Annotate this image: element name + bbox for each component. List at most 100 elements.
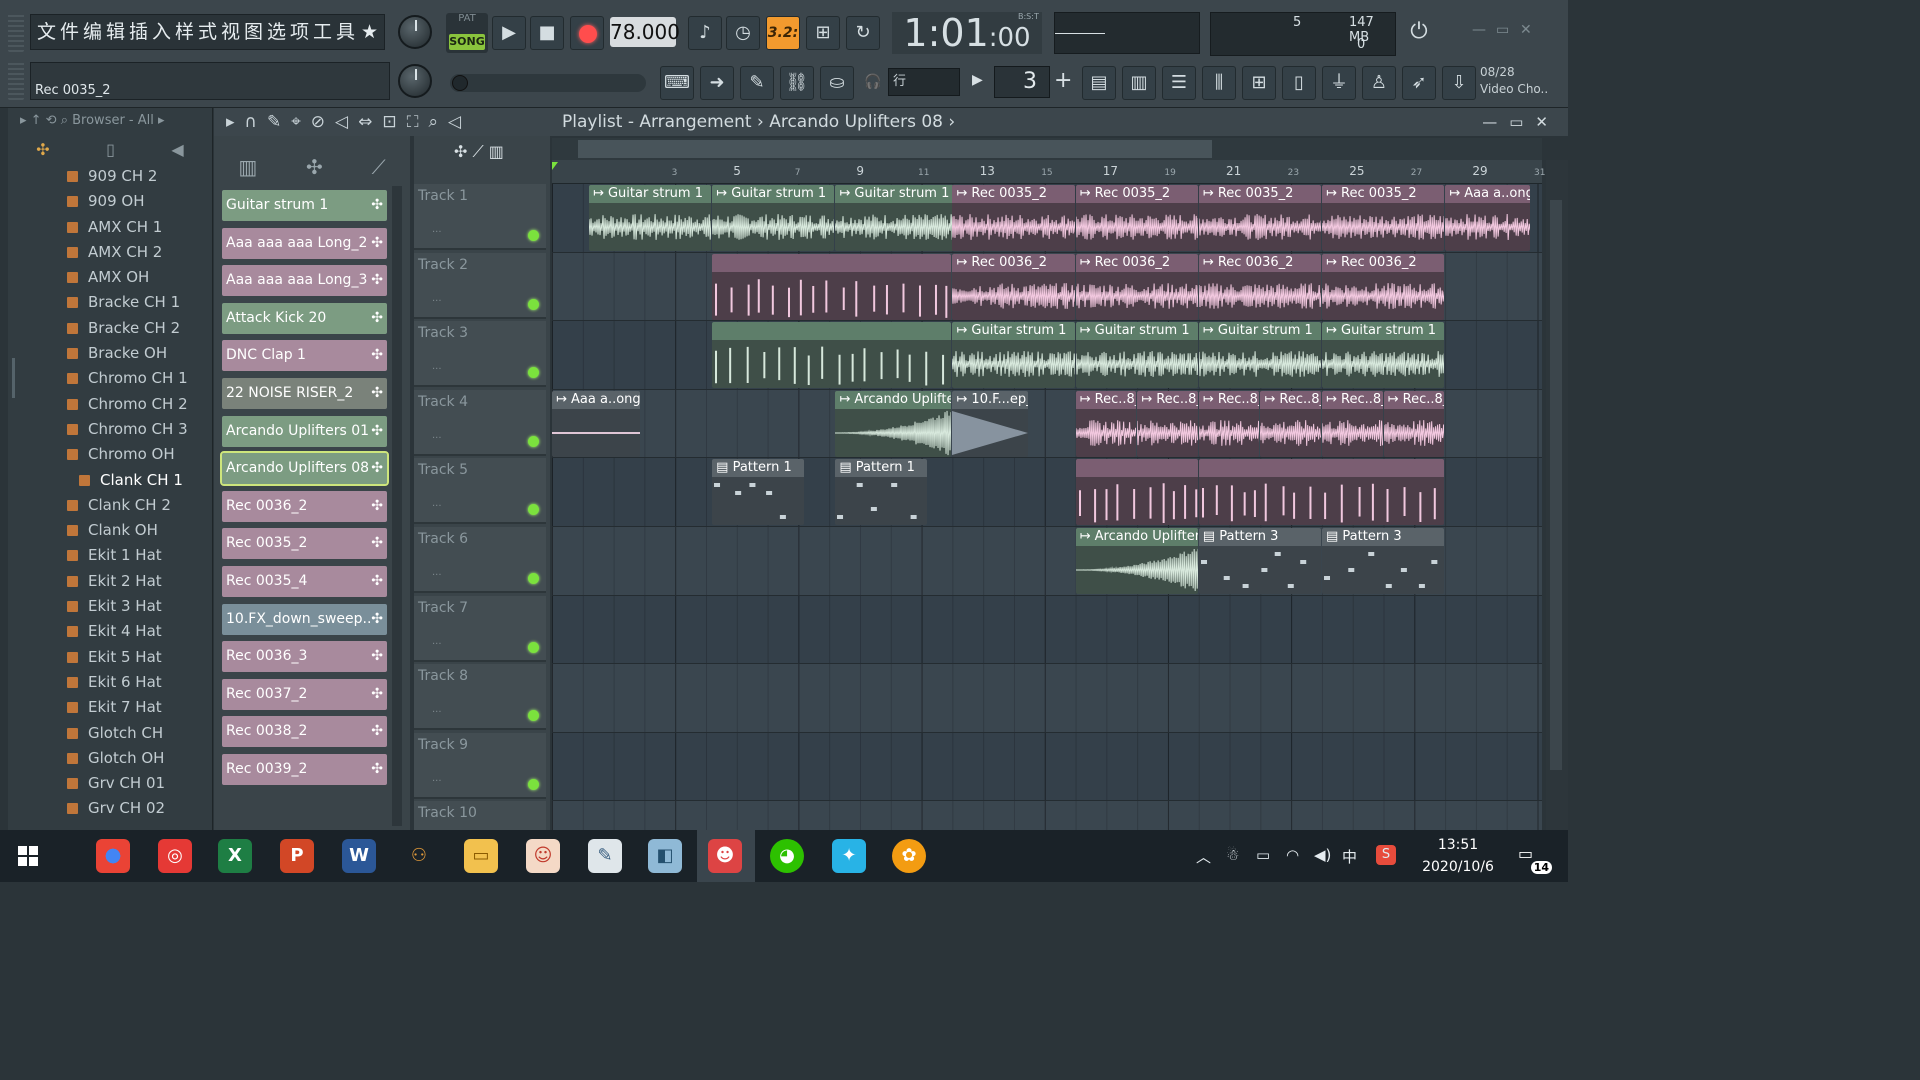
browser-item[interactable]: Chromo CH 1	[8, 366, 213, 391]
playlist-window-controls[interactable]: —▭✕	[1482, 108, 1560, 136]
clip-title-bar[interactable]: ↦ Guitar strum 1	[952, 322, 1075, 341]
clip-title-bar[interactable]: ▤ Pattern 1	[712, 459, 804, 478]
picker-clip[interactable]: Guitar strum 1 ✣	[222, 190, 387, 221]
record-button[interactable]	[570, 16, 604, 50]
browser-item[interactable]: Ekit 4 Hat	[8, 619, 213, 644]
track-header[interactable]: Track 6...	[414, 527, 546, 593]
clip-title-bar[interactable]: ↦ Arcando Uplifters 08	[835, 390, 952, 409]
clip-title-bar[interactable]: ↦ Rec 0036_2	[1075, 253, 1198, 272]
step-edit-button[interactable]: ⊞	[806, 16, 840, 50]
browser-button[interactable]: ⊞	[1242, 66, 1276, 100]
browser-item[interactable]: Chromo CH 2	[8, 392, 213, 417]
track-mute-led[interactable]	[528, 641, 539, 653]
track-mute-led[interactable]	[528, 778, 539, 790]
picker-scrollbar[interactable]	[392, 186, 402, 826]
clip-title-bar[interactable]: ▤ Pattern 3	[1322, 528, 1445, 546]
audio-clip[interactable]	[1075, 459, 1198, 526]
tips-button[interactable]: ➶	[1402, 66, 1436, 100]
clip-title-bar[interactable]: ↦ Guitar strum 1	[1198, 322, 1321, 341]
track-tools-icon[interactable]: ✣ ⟋ ▥	[454, 142, 504, 162]
browser-item[interactable]: Ekit 1 Hat	[8, 543, 213, 568]
wechat-icon[interactable]: ◕	[770, 839, 804, 873]
audio-clip[interactable]	[712, 322, 952, 389]
arrangement-track-lane[interactable]	[552, 801, 1542, 830]
browser-item[interactable]: 909 OH	[8, 189, 213, 214]
browser-item[interactable]: Chromo CH 3	[8, 417, 213, 442]
track-header[interactable]: Track 2...	[414, 252, 546, 319]
audio-clip[interactable]: ↦ Guitar strum 1	[1322, 322, 1445, 389]
browser-item[interactable]: Clank OH	[8, 518, 213, 543]
track-header[interactable]: Track 9...	[414, 732, 546, 799]
audio-clip[interactable]: ↦ Rec..8_2	[1137, 390, 1198, 457]
channel-rack-button[interactable]: ☰	[1162, 66, 1196, 100]
clip-title-bar[interactable]: ↦ Aaa a..ong_3	[552, 390, 641, 409]
track-mute-led[interactable]	[528, 504, 539, 516]
clip-title-bar[interactable]: ↦ Rec..8_2	[1383, 390, 1445, 409]
maximize-button[interactable]: ▭	[1496, 22, 1509, 38]
audio-clip[interactable]: ↦ Rec 0035_2	[1322, 185, 1445, 251]
audio-clip[interactable]: ↦ Rec 0035_2	[1198, 185, 1321, 251]
speaker-icon[interactable]: ◀	[171, 140, 183, 159]
playlist-tools[interactable]: ▸∩✎⌖⊘◁⇔⊡⛶⌕◁	[226, 108, 471, 136]
browser-item[interactable]: Grv CH 01	[8, 771, 213, 796]
audio-clip[interactable]: ↦ 10.F...ep_2	[952, 390, 1029, 457]
browser-item[interactable]: Bracke CH 1	[8, 290, 213, 315]
tempo-tap-button[interactable]: ♙	[1362, 66, 1396, 100]
track-header[interactable]: Track 8...	[414, 664, 546, 731]
clip-title-bar[interactable]: ↦ Rec 0036_2	[952, 253, 1075, 272]
slider-handle[interactable]	[452, 75, 468, 91]
clip-title-bar[interactable]: ↦ Rec..8_2	[1260, 390, 1321, 409]
game-app-icon[interactable]: ☺	[526, 839, 560, 873]
picker-clip[interactable]: Rec 0035_2 ✣	[222, 528, 387, 560]
clip-title-bar[interactable]: ↦ Aaa a..ong_3	[1445, 185, 1531, 203]
file-explorer-icon[interactable]: ▭	[464, 839, 498, 873]
picker-pattern-icon[interactable]: ▥	[238, 155, 257, 179]
playlist-button[interactable]: ▤	[1082, 66, 1116, 100]
track-mute-led[interactable]	[528, 573, 539, 584]
clip-title-bar[interactable]: ↦ Guitar strum 1	[1322, 322, 1445, 341]
audio-clip[interactable]: ↦ Rec 0035_2	[952, 185, 1075, 251]
track-mute-led[interactable]	[528, 230, 539, 241]
browser-item[interactable]: Glotch CH	[8, 721, 213, 746]
clip-title-bar[interactable]: ↦ Rec..8_2	[1322, 390, 1383, 409]
audio-clip[interactable]: ↦ Guitar strum 1	[712, 185, 835, 251]
download-button[interactable]: ⇩	[1442, 66, 1476, 100]
clip-title-bar[interactable]: ▤ Pattern 1	[835, 459, 927, 478]
audio-clip[interactable]: ↦ Guitar strum 1	[952, 322, 1075, 389]
master-volume-knob[interactable]	[398, 15, 432, 49]
sogou-icon[interactable]: S	[1376, 845, 1396, 865]
clip-title-bar[interactable]	[1075, 459, 1198, 478]
playhead-marker[interactable]	[552, 162, 558, 170]
picker-clip[interactable]: 10.FX_down_sweep.. ✣	[222, 603, 387, 635]
browser-item[interactable]: Clank CH 1	[8, 468, 213, 493]
picker-clip[interactable]: Rec 0038_2 ✣	[222, 716, 387, 748]
browser-item[interactable]: 909 CH 2	[8, 164, 213, 189]
browser-item[interactable]: AMX CH 1	[8, 215, 213, 240]
clip-title-bar[interactable]: ↦ Rec..8_2	[1075, 390, 1137, 409]
pattern-clip[interactable]: ▤ Pattern 1	[835, 459, 927, 526]
toolbar-grip-2[interactable]	[8, 60, 24, 100]
battery-icon[interactable]: ▭	[1256, 846, 1270, 864]
audio-clip[interactable]: ↦ Rec 0036_2	[1075, 253, 1198, 320]
clip-title-bar[interactable]: ↦ Rec 0035_2	[1075, 185, 1198, 203]
browser-item[interactable]: Ekit 6 Hat	[8, 670, 213, 695]
track-header[interactable]: Track 7...	[414, 595, 546, 662]
picker-clip[interactable]: Aaa aaa aaa Long_2 ✣	[222, 227, 387, 259]
pattern-prev-arrow[interactable]: ▶	[972, 72, 983, 88]
clip-title-bar[interactable]: ↦ Guitar strum 1	[588, 185, 712, 203]
clip-title-bar[interactable]: ↦ Guitar strum 1	[1075, 322, 1198, 341]
pattern-selector[interactable]: 3	[994, 66, 1050, 98]
audio-clip[interactable]: ↦ Arcando Uplifters 08	[1075, 528, 1198, 594]
plugin-button[interactable]: ⏚	[1322, 66, 1356, 100]
fl-studio-icon[interactable]: ☻	[708, 839, 742, 873]
play-button[interactable]: ▶	[492, 16, 526, 50]
editor-icon[interactable]: ◧	[648, 839, 682, 873]
audio-clip[interactable]: ↦ Rec..8_2	[1075, 390, 1137, 457]
clip-title-bar[interactable]: ↦ Guitar strum 1	[712, 185, 835, 203]
stop-button[interactable]: ■	[530, 16, 564, 50]
browser-item[interactable]: Glotch OH	[8, 746, 213, 771]
clip-title-bar[interactable]: ↦ Guitar strum 1	[835, 185, 958, 203]
browser-item[interactable]: AMX OH	[8, 265, 213, 290]
clip-title-bar[interactable]: ↦ Rec 0036_2	[1322, 253, 1445, 272]
audio-clip[interactable]: ↦ Rec..8_2	[1198, 390, 1260, 457]
